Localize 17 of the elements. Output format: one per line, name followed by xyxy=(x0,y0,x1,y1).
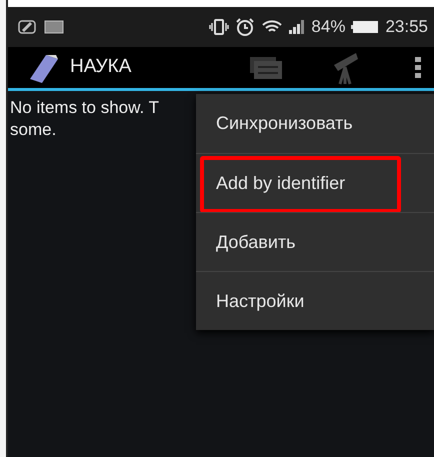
menu-item[interactable]: Настройки xyxy=(196,271,434,330)
alarm-icon xyxy=(235,17,256,37)
battery-icon xyxy=(351,20,380,34)
menu-item[interactable]: Добавить xyxy=(196,212,434,271)
menu-item[interactable]: Add by identifier xyxy=(196,153,434,212)
empty-message-text: No items to show. T xyxy=(10,97,159,119)
vibrate-icon xyxy=(209,18,230,36)
cards-icon[interactable] xyxy=(250,54,284,80)
image-icon xyxy=(44,20,64,34)
battery-percent: 84% xyxy=(311,16,346,38)
menu-item[interactable]: Синхронизовать xyxy=(196,94,434,153)
overflow-menu-icon[interactable] xyxy=(414,56,422,80)
signal-icon xyxy=(289,20,306,34)
empty-message-text: some. xyxy=(10,119,56,141)
notification-icon xyxy=(18,20,38,34)
clock-time: 23:55 xyxy=(385,16,428,38)
app-title: НАУКА xyxy=(70,55,132,80)
